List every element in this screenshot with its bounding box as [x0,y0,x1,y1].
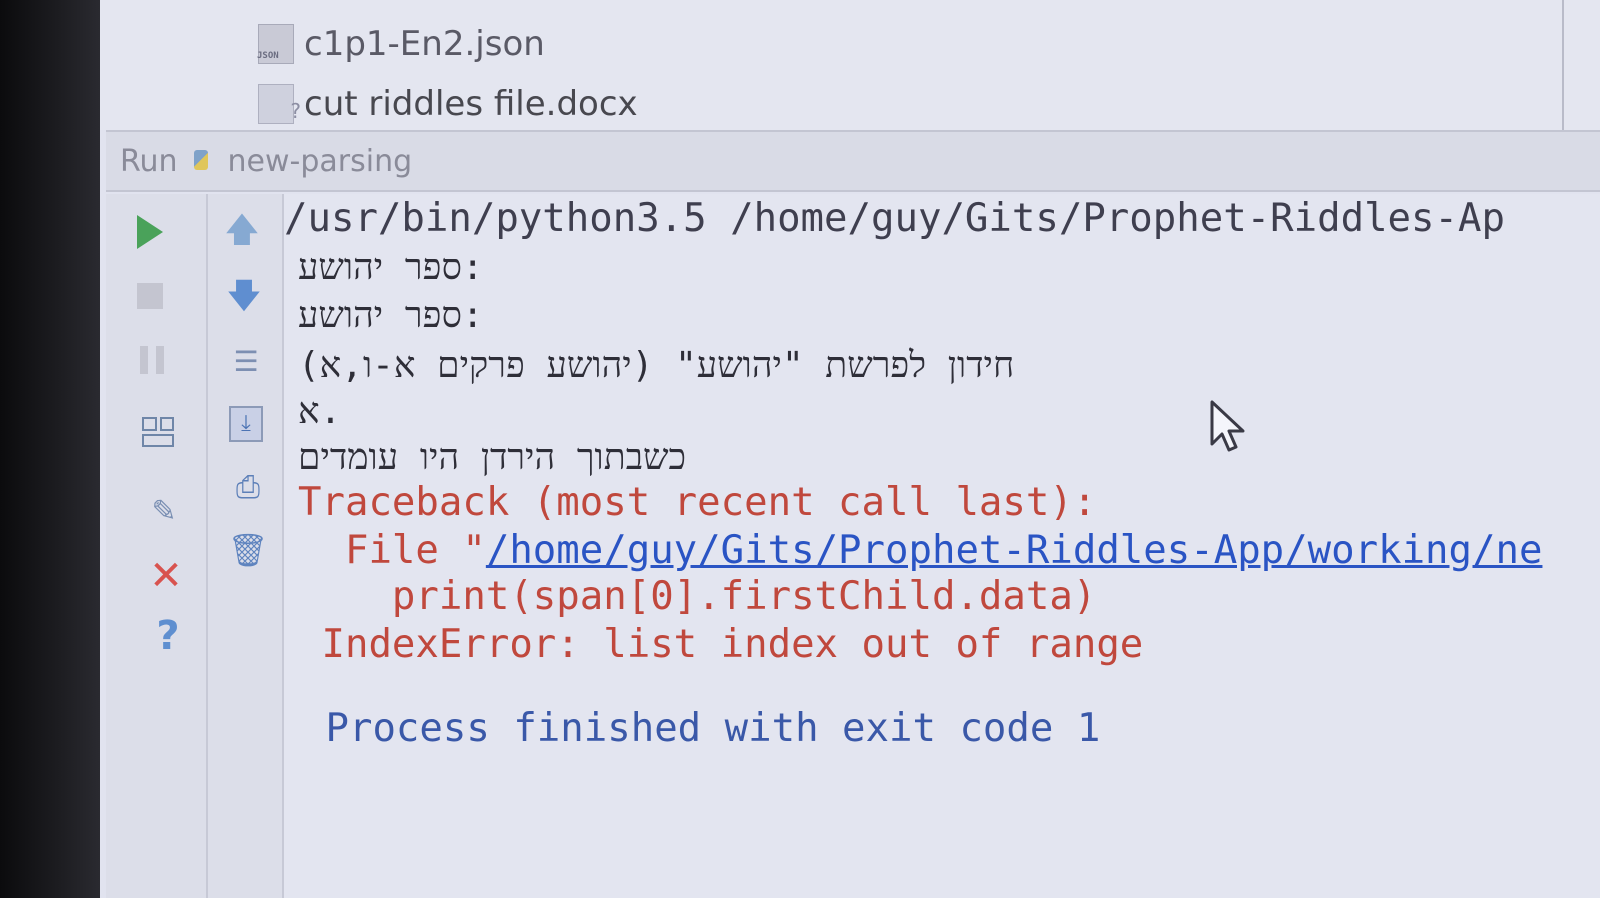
print-button[interactable]: ⎙ [226,466,270,510]
pin-tab-button[interactable]: ✎ [142,490,186,534]
panel-scrollbar[interactable] [1562,0,1564,130]
ide-window: c1p1-En2.json cut riddles file.docx Run … [100,0,1600,898]
scroll-to-end-icon: ⤓ [229,406,263,442]
run-tool-window-header: Run new-parsing [106,130,1600,192]
play-icon [137,215,163,249]
traceback-file-line: File "/home/guy/Gits/Prophet-Riddles-App… [298,528,1543,573]
mouse-cursor-icon [1210,400,1245,452]
file-name: cut riddles file.docx [304,84,638,124]
traceback-file-prefix: File " [298,528,486,573]
traceback-file-link[interactable]: /home/guy/Gits/Prophet-Riddles-App/worki… [486,528,1543,573]
monitor-bezel [0,0,100,898]
close-icon: ✕ [149,553,183,599]
traceback-code-line: print(span[0].firstChild.data) [298,574,1097,619]
trash-icon: 🗑 [227,531,269,569]
clear-all-button[interactable]: 🗑 [226,528,270,572]
console-output[interactable]: /usr/bin/python3.5 /home/guy/Gits/Prophe… [284,194,1600,898]
file-item-docx[interactable]: cut riddles file.docx [258,84,638,124]
pause-icon [140,346,164,374]
traceback-header: Traceback (most recent call last): [298,480,1097,525]
run-panel-label: Run [120,143,178,179]
help-icon: ? [156,613,180,659]
stop-icon [137,283,163,309]
file-item-json[interactable]: c1p1-En2.json [257,24,545,64]
docx-file-icon [258,84,301,124]
file-name: c1p1-En2.json [304,24,545,64]
json-file-icon [257,24,294,64]
rerun-button[interactable] [128,210,172,254]
run-toolbar-primary: ✎ ✕ ? [106,194,208,898]
project-file-list: c1p1-En2.json cut riddles file.docx [100,0,1600,130]
console-output-line: כשבתוך הירדן היו עומדים [298,437,687,478]
soft-wrap-button[interactable]: ☰ [224,340,268,384]
scroll-up-button[interactable]: 🡅 [220,208,264,252]
arrow-up-icon: 🡅 [224,210,260,250]
help-button[interactable]: ? [146,614,190,658]
close-run-button[interactable]: ✕ [144,554,188,598]
python-run-config-icon [192,148,214,174]
console-output-line: חידון לפרשת "יהושע" (יהושע פרקים א-ו,א) [298,345,1015,386]
stop-button[interactable] [128,274,172,318]
pin-icon: ✎ [151,494,177,529]
console-output-line: ספר יהושע: [298,247,484,288]
print-icon: ⎙ [236,470,260,505]
run-config-tab[interactable]: new-parsing [228,144,413,179]
arrow-down-icon: 🡇 [226,276,262,316]
scroll-to-end-button[interactable]: ⤓ [224,402,268,446]
console-command-line: /usr/bin/python3.5 /home/guy/Gits/Prophe… [284,196,1505,241]
console-output-line: ספר יהושע: [298,295,484,336]
restore-layout-button[interactable] [136,410,180,454]
layout-icon [142,417,174,447]
error-message: IndexError: list index out of range [298,622,1144,667]
pause-button[interactable] [130,338,174,382]
process-exit-message: Process finished with exit code 1 [302,706,1101,751]
soft-wrap-icon: ☰ [233,345,259,378]
run-toolbar-secondary: 🡅 🡇 ☰ ⤓ ⎙ 🗑 [208,194,284,898]
scroll-down-button[interactable]: 🡇 [222,274,266,318]
console-output-line: א. [298,391,342,432]
